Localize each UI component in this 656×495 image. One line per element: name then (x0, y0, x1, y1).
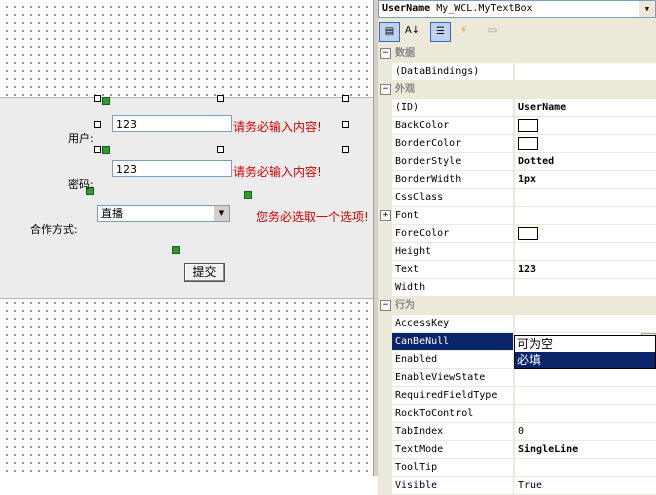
prop-databindings[interactable]: (DataBindings) (378, 63, 656, 81)
collapse-icon[interactable]: − (380, 48, 391, 59)
prop-borderwidth[interactable]: BorderWidth 1px (378, 171, 656, 189)
resize-handle[interactable] (342, 146, 349, 153)
password-textbox[interactable]: 123 (112, 160, 232, 177)
category-data[interactable]: − 数据 (378, 45, 656, 63)
server-control-tag-icon (244, 191, 252, 199)
object-type: My_WCL.MyTextBox (436, 3, 533, 14)
category-appearance[interactable]: − 外观 (378, 81, 656, 99)
server-control-tag-icon (102, 146, 110, 154)
user-label: 用户: (68, 132, 94, 145)
properties-view-icon[interactable]: ☰ (430, 22, 451, 42)
coop-error: 您务必选取一个选项! (256, 210, 369, 224)
properties-panel: UserName My_WCL.MyTextBox ▼ ▤ A↓ ☰ ⚡ ▭ −… (378, 0, 656, 495)
password-error: 请务必输入内容! (233, 165, 322, 179)
resize-handle[interactable] (94, 121, 101, 128)
prop-visible[interactable]: Visible True (378, 477, 656, 495)
prop-rocktocontrol[interactable]: RockToControl (378, 405, 656, 423)
prop-tooltip[interactable]: ToolTip (378, 459, 656, 477)
categorized-view-icon[interactable]: ▤ (379, 22, 400, 42)
design-surface[interactable]: 用户: 123 请务必输入内容! 密码: 123 请务必输入内容! 合作方式: … (0, 0, 373, 476)
submit-button[interactable]: 提交 (184, 263, 225, 282)
coop-selected: 直播 (101, 207, 123, 220)
prop-id[interactable]: (ID) UserName (378, 99, 656, 117)
chevron-down-icon[interactable]: ▼ (639, 1, 655, 17)
username-textbox[interactable]: 123 (112, 115, 232, 132)
alphabetical-sort-icon[interactable]: A↓ (402, 22, 423, 42)
chevron-down-icon[interactable]: ▼ (213, 206, 229, 221)
color-swatch (518, 136, 538, 150)
prop-backcolor[interactable]: BackColor (378, 117, 656, 135)
prop-font[interactable]: + Font (378, 207, 656, 225)
prop-text[interactable]: Text 123 (378, 261, 656, 279)
object-selector[interactable]: UserName My_WCL.MyTextBox ▼ (378, 0, 656, 18)
collapse-icon[interactable]: − (380, 300, 391, 311)
prop-tabindex[interactable]: TabIndex 0 (378, 423, 656, 441)
collapse-icon[interactable]: − (380, 84, 391, 95)
prop-bordercolor[interactable]: BorderColor (378, 135, 656, 153)
prop-requiredfieldtype[interactable]: RequiredFieldType (378, 387, 656, 405)
prop-borderstyle[interactable]: BorderStyle Dotted (378, 153, 656, 171)
option-nullable[interactable]: 可为空 (515, 336, 655, 352)
property-pages-icon[interactable]: ▭ (482, 22, 503, 42)
server-control-tag-icon (172, 246, 180, 254)
resize-handle[interactable] (217, 146, 224, 153)
category-behavior[interactable]: − 行为 (378, 297, 656, 315)
coop-label: 合作方式: (30, 223, 78, 236)
prop-width[interactable]: Width (378, 279, 656, 297)
server-control-tag-icon (102, 97, 110, 105)
password-label: 密码: (68, 178, 94, 191)
resize-handle[interactable] (94, 146, 101, 153)
prop-enableviewstate[interactable]: EnableViewState (378, 369, 656, 387)
prop-textmode[interactable]: TextMode SingleLine (378, 441, 656, 459)
expand-icon[interactable]: + (380, 210, 391, 221)
prop-height[interactable]: Height (378, 243, 656, 261)
username-error: 请务必输入内容! (233, 120, 322, 134)
prop-accesskey[interactable]: AccessKey (378, 315, 656, 333)
properties-toolbar: ▤ A↓ ☰ ⚡ ▭ (378, 20, 656, 44)
property-grid: − 数据 (DataBindings) − 外观 (ID) UserName B… (378, 45, 656, 495)
prop-forecolor[interactable]: ForeColor (378, 225, 656, 243)
resize-handle[interactable] (342, 121, 349, 128)
canbenull-options-list[interactable]: 可为空 必填 (514, 335, 656, 369)
option-required[interactable]: 必填 (515, 352, 655, 368)
prop-cssclass[interactable]: CssClass (378, 189, 656, 207)
color-swatch (518, 118, 538, 132)
events-lightning-icon[interactable]: ⚡ (453, 22, 474, 42)
resize-handle[interactable] (342, 95, 349, 102)
resize-handle[interactable] (94, 95, 101, 102)
color-swatch (518, 226, 538, 240)
object-name: UserName (382, 3, 431, 14)
coop-dropdown[interactable]: 直播 ▼ (97, 205, 230, 222)
resize-handle[interactable] (217, 95, 224, 102)
